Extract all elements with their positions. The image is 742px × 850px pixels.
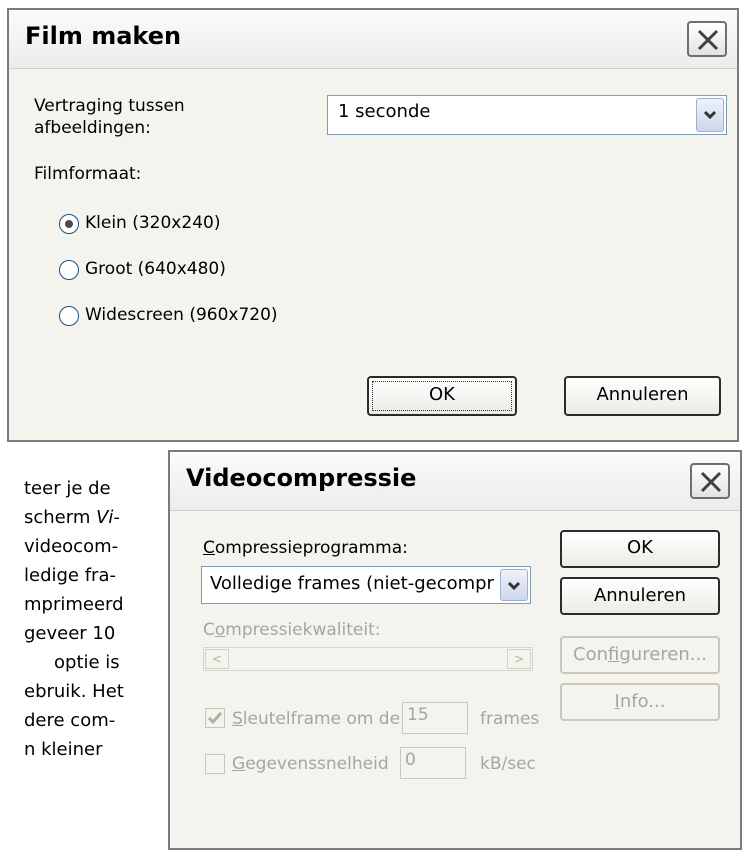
keyframe-label-accel: S [232,709,243,729]
videocompressie-dialog: Videocompressie Compressieprogramma: Vol… [168,450,742,850]
delay-select-dropdown-button[interactable] [696,98,724,132]
chevron-down-icon [507,581,521,591]
title-bar[interactable]: Film maken [9,10,737,69]
datarate-unit: kB/sec [480,754,536,774]
film-maken-dialog: Film maken Vertraging tussen afbeeldinge… [7,8,739,442]
close-button[interactable] [687,21,727,57]
keyframe-label-text: leutelframe om de [242,709,401,729]
radio-small[interactable] [59,214,79,234]
configure-label-accel: f [608,644,620,665]
radio-large-label[interactable]: Groot (640x480) [85,259,226,279]
quality-label-accel: o [214,620,226,640]
scroll-right-button: > [507,649,531,669]
datarate-label-accel: G [232,754,246,774]
quality-slider: < > [203,647,533,671]
compressor-select-dropdown-button[interactable] [500,569,528,601]
delay-select-value: 1 seconde [338,101,431,122]
radio-widescreen-label[interactable]: Widescreen (960x720) [85,305,278,325]
radio-large[interactable] [59,260,79,280]
cancel-button[interactable]: Annuleren [564,376,721,416]
keyframe-input: 15 [402,702,468,734]
body-line: optie is [54,652,120,673]
keyframe-unit: frames [480,709,540,729]
body-line: scherm Vi- [0,503,162,532]
close-icon [700,471,722,493]
close-icon [697,29,719,51]
compressor-select[interactable]: Volledige frames (niet-gecompr [201,566,531,604]
title-bar[interactable]: Videocompressie [170,452,740,511]
body-paragraph: teer je de scherm Vi- videocom- ledige f… [0,474,162,839]
body-line-part: scherm [24,507,97,528]
body-line-italic: Vi- [96,507,120,528]
format-label: Filmformaat: [34,164,142,184]
ok-button[interactable]: OK [367,376,517,416]
body-line: ledige fra- [24,565,116,586]
body-line: mprimeerd [24,594,124,615]
radio-small-label[interactable]: Klein (320x240) [85,213,220,233]
delay-label-line2: afbeeldingen: [34,118,151,138]
quality-label: Compressiekwaliteit: [203,620,380,640]
program-label-text: ompressieprogramma: [214,538,408,558]
configure-label-part: Con [573,644,609,665]
body-line: n kleiner [24,739,103,760]
ok-button[interactable]: OK [560,530,720,568]
datarate-checkbox [205,754,225,774]
delay-label-line1: Vertraging tussen [34,96,185,116]
dialog-title: Film maken [25,22,182,50]
close-button[interactable] [690,463,730,499]
configure-button: Configureren... [560,636,720,674]
radio-selected-dot [65,220,73,228]
scroll-left-button: < [205,649,229,669]
datarate-label: Gegevenssnelheid [232,754,389,774]
compressor-select-value: Volledige frames (niet-gecompr [210,573,494,594]
program-label: Compressieprogramma: [203,538,408,558]
info-button: Info... [560,683,720,721]
radio-widescreen[interactable] [59,306,79,326]
datarate-label-text: egevenssnelheid [245,754,389,774]
configure-label-text: igureren... [619,644,707,665]
program-label-accel: C [203,538,215,558]
dialog-title: Videocompressie [186,464,417,492]
info-label-text: nfo... [619,691,666,712]
body-line: ebruik. Het [24,681,124,702]
quality-label-text: mpressiekwaliteit: [225,620,381,640]
quality-label-part: C [203,620,215,640]
body-line: teer je de [24,478,111,499]
chevron-down-icon [703,110,717,120]
cancel-button[interactable]: Annuleren [560,577,720,615]
delay-select[interactable]: 1 seconde [327,95,727,135]
datarate-input: 0 [400,747,466,779]
keyframe-label: Sleutelframe om de [232,709,400,729]
body-line: geveer 10 [24,623,116,644]
body-line: dere com- [24,710,116,731]
body-line: videocom- [24,536,119,557]
checkmark-icon [207,712,223,725]
keyframe-checkbox [205,708,225,728]
